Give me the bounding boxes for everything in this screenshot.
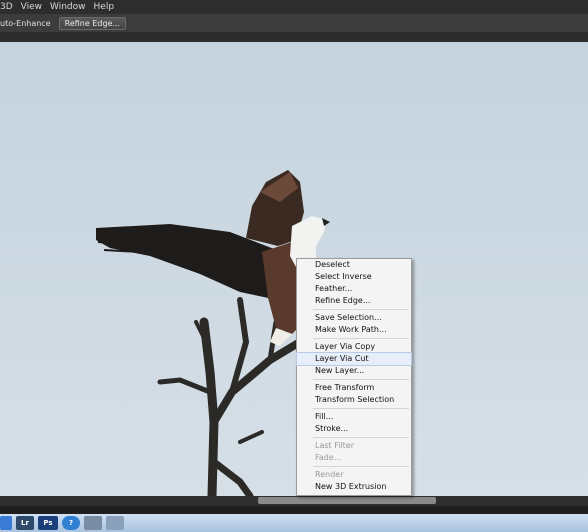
horizontal-scrollbar[interactable] — [0, 496, 588, 506]
menu-item-deselect[interactable]: Deselect — [297, 259, 411, 271]
refine-edge-button[interactable]: Refine Edge... — [58, 16, 127, 30]
options-bar: uto-Enhance Refine Edge... — [0, 14, 588, 33]
menu-item-make-work-path[interactable]: Make Work Path... — [297, 324, 411, 336]
menu-separator — [313, 338, 409, 339]
menu-bar: 3D View Window Help — [0, 0, 588, 14]
menu-item-feather[interactable]: Feather... — [297, 283, 411, 295]
menu-separator — [313, 466, 409, 467]
menu-item-new-3d-extrusion[interactable]: New 3D Extrusion — [297, 481, 411, 493]
photoshop-icon[interactable]: Ps — [38, 516, 58, 530]
menu-help[interactable]: Help — [90, 2, 119, 12]
menu-item-fill[interactable]: Fill... — [297, 411, 411, 423]
menu-item-layer-via-copy[interactable]: Layer Via Copy — [297, 341, 411, 353]
menu-item-fade: Fade... — [315, 453, 342, 462]
context-menu: Deselect Select Inverse Feather... Refin… — [296, 258, 412, 496]
menu-item-free-transform[interactable]: Free Transform — [297, 382, 411, 394]
menu-item-new-layer[interactable]: New Layer... — [297, 365, 411, 377]
menu-view[interactable]: View — [17, 2, 46, 12]
lightroom-icon[interactable]: Lr — [16, 516, 34, 530]
scrollbar-thumb[interactable] — [258, 497, 436, 504]
status-bar — [0, 506, 588, 514]
menu-3d[interactable]: 3D — [0, 2, 17, 12]
menu-item-refine-edge[interactable]: Refine Edge... — [297, 295, 411, 307]
menu-separator — [313, 309, 409, 310]
image-canvas[interactable] — [0, 42, 588, 496]
app-icon[interactable] — [84, 516, 102, 530]
menu-window[interactable]: Window — [46, 2, 90, 12]
menu-separator — [313, 408, 409, 409]
menu-item-last-filter: Last Filter — [315, 441, 355, 450]
taskbar: Lr Ps ? — [0, 514, 588, 532]
menu-item-layer-via-cut[interactable]: Layer Via Cut — [296, 352, 412, 366]
eagle-photo — [0, 42, 588, 496]
unknown-app-icon[interactable] — [0, 516, 12, 530]
menu-separator — [313, 437, 409, 438]
menu-item-stroke[interactable]: Stroke... — [297, 423, 411, 435]
menu-item-select-inverse[interactable]: Select Inverse — [297, 271, 411, 283]
menu-item-save-selection[interactable]: Save Selection... — [297, 312, 411, 324]
help-icon[interactable]: ? — [62, 516, 80, 530]
menu-item-transform-selection[interactable]: Transform Selection — [297, 394, 411, 406]
auto-enhance-checkbox-label[interactable]: uto-Enhance — [0, 19, 51, 28]
menu-item-render: Render — [315, 470, 344, 479]
tab-strip — [0, 33, 588, 42]
menu-separator — [313, 379, 409, 380]
window-icon[interactable] — [106, 516, 124, 530]
